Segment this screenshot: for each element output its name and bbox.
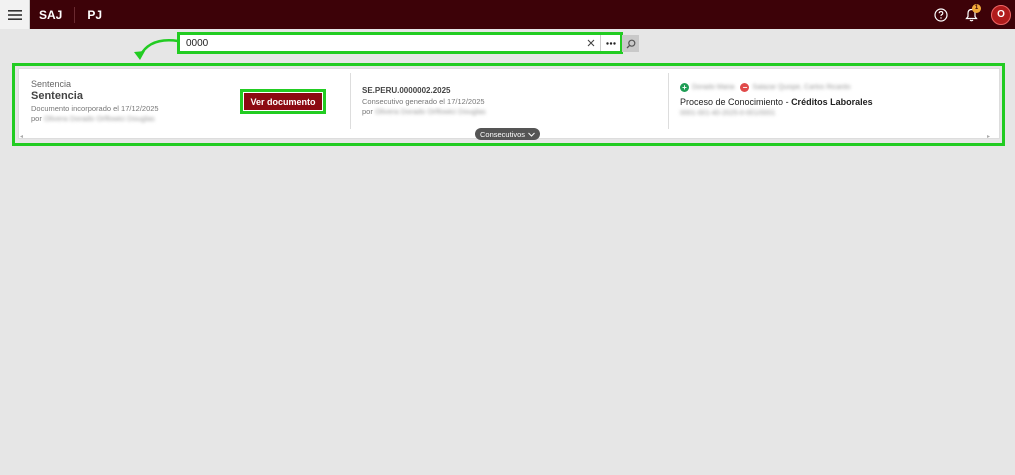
process-number[interactable]: 0001-001-40-2025-0-001/0001 <box>680 110 775 117</box>
notifications-button[interactable]: 1 <box>959 3 983 27</box>
consecutive-author: por Olivera Dorado Orlfowici Douglas <box>362 107 486 116</box>
column-divider <box>350 73 351 129</box>
consecutivos-toggle-button[interactable]: Consecutivos <box>475 128 540 140</box>
consecutive-code[interactable]: SE.PERU.0000002.2025 <box>362 86 451 95</box>
top-right-actions: 1 O <box>923 0 1011 29</box>
more-dots-icon <box>605 41 616 45</box>
consecutive-author-prefix: por <box>362 107 373 116</box>
chevron-down-icon <box>528 132 535 137</box>
search-input[interactable] <box>180 35 582 51</box>
passive-party-name: Salazar Quispe, Carlos Ricardo <box>752 84 851 91</box>
hamburger-icon <box>7 9 22 20</box>
process-type: Proceso de Conocimiento <box>680 97 784 107</box>
process-separator: - <box>783 97 792 107</box>
document-author-name: Olivera Dorado Orlfowici Douglas <box>43 114 155 123</box>
view-document-button[interactable]: Ver documento <box>244 93 322 110</box>
consecutivos-label: Consecutivos <box>479 129 526 139</box>
process-number-text: 0001-001-40-2025-0-001/0001 <box>680 110 776 117</box>
clear-search-button[interactable] <box>582 35 600 51</box>
consecutive-author-name: Olivera Dorado Orlfowici Douglas <box>374 107 486 116</box>
plus-circle-icon: + <box>680 83 689 92</box>
annotation-arrow-icon <box>134 39 179 60</box>
process-column: + Dorado Maria − Salazar Quispe, Carlos … <box>680 69 995 131</box>
notification-badge: 1 <box>972 3 981 13</box>
scroll-right-icon[interactable]: ▸ <box>987 133 990 140</box>
menu-button[interactable] <box>0 0 30 29</box>
scroll-left-icon[interactable]: ◂ <box>20 133 23 140</box>
document-author-prefix: por <box>31 114 42 123</box>
process-description: Proceso de Conocimiento - Créditos Labor… <box>680 97 873 107</box>
user-avatar[interactable]: O <box>991 4 1011 25</box>
parties-row: + Dorado Maria − Salazar Quispe, Carlos … <box>680 83 850 92</box>
document-incorporated: Documento incorporado el 17/12/2025 <box>31 104 159 113</box>
consecutive-column: SE.PERU.0000002.2025 Consecutivo generad… <box>362 69 667 131</box>
search-options-button[interactable] <box>600 35 620 51</box>
active-party-name: Dorado Maria <box>692 84 735 91</box>
document-type: Sentencia <box>31 79 72 89</box>
minus-circle-icon: − <box>740 83 750 92</box>
search-box <box>177 32 623 54</box>
help-icon <box>934 7 948 22</box>
consecutive-generated: Consecutivo generado el 17/12/2025 <box>362 97 485 106</box>
column-divider <box>668 73 669 129</box>
module-label[interactable]: PJ <box>87 8 102 22</box>
process-subject: Créditos Laborales <box>791 97 873 107</box>
document-title: Sentencia <box>31 90 83 102</box>
brand-label[interactable]: SAJ <box>39 6 76 23</box>
search-icon <box>626 39 635 48</box>
top-bar: SAJ PJ 1 O <box>0 0 1015 29</box>
close-icon <box>587 39 595 47</box>
search-button[interactable] <box>622 35 639 52</box>
document-column: Sentencia Sentencia Documento incorporad… <box>31 69 351 131</box>
help-button[interactable] <box>929 3 953 27</box>
document-author: por Olivera Dorado Orlfowici Douglas <box>31 114 155 123</box>
